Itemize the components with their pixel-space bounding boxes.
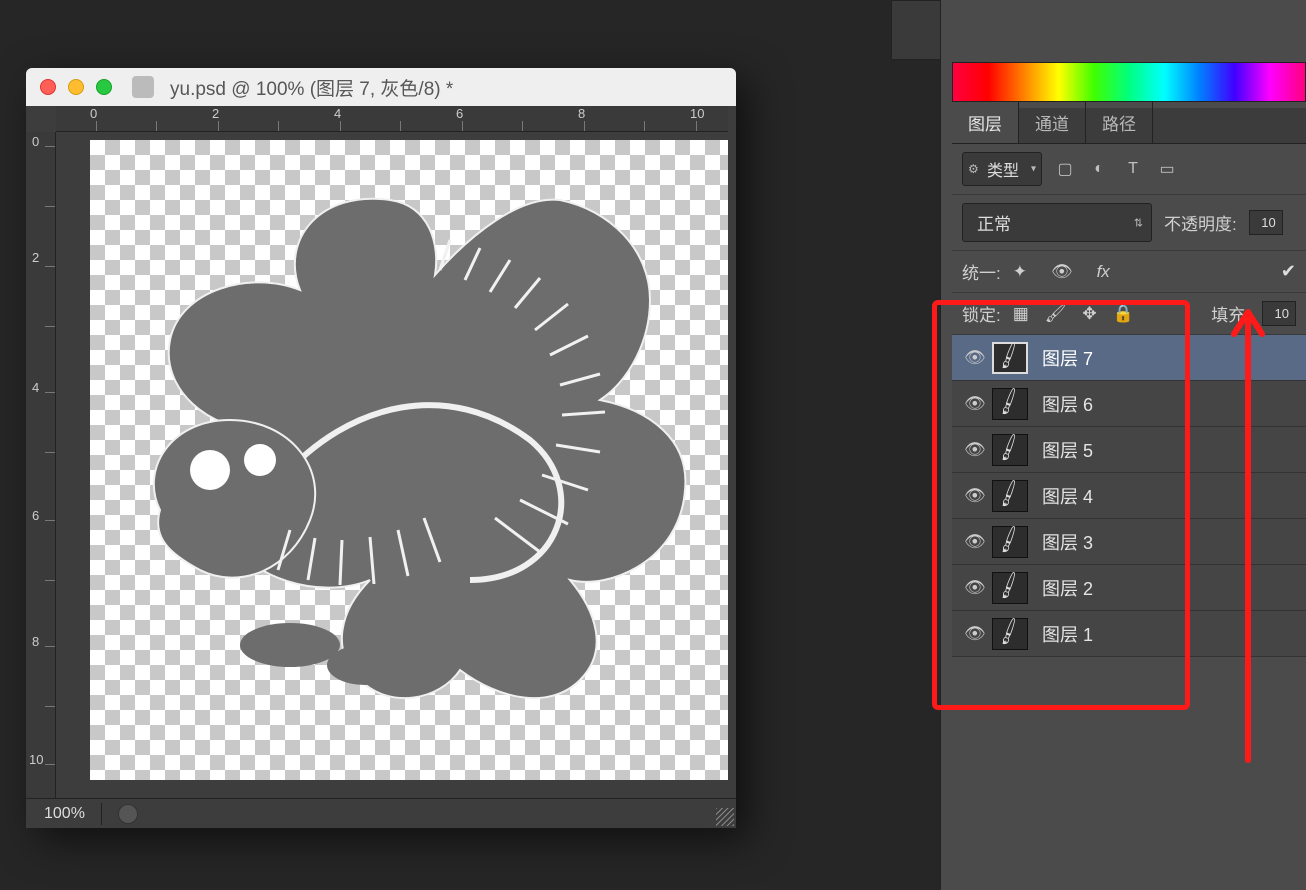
unify-style-icon[interactable]: fx (1097, 262, 1110, 282)
filter-adjust-icon[interactable]: ◐ (1088, 158, 1110, 180)
layer-thumbnail[interactable]: 🖌 (992, 342, 1028, 374)
layer-thumbnail[interactable]: 🖌 (992, 572, 1028, 604)
layer-thumbnail[interactable]: 🖌 (992, 480, 1028, 512)
fill-value[interactable]: 10 (1262, 301, 1296, 326)
layer-filter-row: 类型 ▾ ▢ ◐ T ▭ (952, 144, 1306, 195)
layer-row[interactable]: 👁🖌 图层 7 (952, 335, 1306, 381)
layer-row[interactable]: 👁🖌 图层 5 (952, 427, 1306, 473)
layer-name[interactable]: 图层 1 (1042, 621, 1093, 647)
layer-thumbnail[interactable]: 🖌 (992, 434, 1028, 466)
layer-name[interactable]: 图层 3 (1042, 529, 1093, 555)
lock-label: 锁定: (962, 301, 1001, 326)
visibility-eye-icon[interactable]: 👁 (964, 348, 992, 368)
layer-thumbnail[interactable]: 🖌 (992, 526, 1028, 558)
filter-type-icon[interactable]: T (1122, 158, 1144, 180)
lock-row: 锁定: ▦ 🖌 ✥ 🔒 填充: 10 (952, 293, 1306, 335)
ruler-horizontal[interactable]: 0 2 4 6 8 10 (56, 106, 728, 132)
window-minimize-button[interactable] (68, 79, 84, 95)
filter-kind-select[interactable]: 类型 ▾ (962, 152, 1042, 186)
panel-dock-tab[interactable] (891, 0, 941, 60)
opacity-value[interactable]: 10 (1249, 210, 1283, 235)
visibility-eye-icon[interactable]: 👁 (964, 486, 992, 506)
color-spectrum[interactable] (952, 62, 1306, 102)
lock-position-icon[interactable]: ✥ (1082, 304, 1096, 324)
layer-row[interactable]: 👁🖌 图层 3 (952, 519, 1306, 565)
tab-layers[interactable]: 图层 (952, 102, 1019, 143)
layer-row[interactable]: 👁🖌 图层 4 (952, 473, 1306, 519)
chevron-down-icon: ▾ (1031, 164, 1036, 175)
panels-column: 图层 通道 路径 类型 ▾ ▢ ◐ T ▭ 正常 ⇅ 不透明度: 10 统一: … (940, 0, 1306, 890)
canvas[interactable] (90, 140, 728, 780)
brush-icon: 🖌 (992, 615, 1026, 648)
visibility-eye-icon[interactable]: 👁 (964, 578, 992, 598)
layer-name[interactable]: 图层 7 (1042, 345, 1093, 371)
layer-row[interactable]: 👁🖌 图层 1 (952, 611, 1306, 657)
brush-icon: 🖌 (992, 339, 1026, 372)
lock-transparency-icon[interactable]: ▦ (1013, 304, 1029, 324)
window-zoom-button[interactable] (96, 79, 112, 95)
chevron-updown-icon: ⇅ (1134, 216, 1143, 229)
document-window: yu.psd @ 100% (图层 7, 灰色/8) * 0 2 4 6 8 1… (26, 68, 736, 828)
window-close-button[interactable] (40, 79, 56, 95)
tab-paths[interactable]: 路径 (1086, 102, 1153, 143)
layer-thumbnail[interactable]: 🖌 (992, 618, 1028, 650)
layer-name[interactable]: 图层 5 (1042, 437, 1093, 463)
app-icon (132, 76, 154, 98)
blend-mode-select[interactable]: 正常 ⇅ (962, 203, 1152, 242)
blend-opacity-row: 正常 ⇅ 不透明度: 10 (952, 195, 1306, 251)
layer-row[interactable]: 👁🖌 图层 6 (952, 381, 1306, 427)
unify-label: 统一: (962, 259, 1001, 284)
artwork (90, 140, 728, 780)
visibility-eye-icon[interactable]: 👁 (964, 532, 992, 552)
opacity-label: 不透明度: (1164, 210, 1237, 235)
lock-pixels-icon[interactable]: 🖌 (1045, 304, 1067, 324)
panel-tabs: 图层 通道 路径 (952, 108, 1306, 144)
layer-name[interactable]: 图层 2 (1042, 575, 1093, 601)
layers-panel: 类型 ▾ ▢ ◐ T ▭ 正常 ⇅ 不透明度: 10 统一: ✦ 👁 fx ✔ … (952, 144, 1306, 890)
brush-icon: 🖌 (992, 431, 1026, 464)
tab-channels[interactable]: 通道 (1019, 102, 1086, 143)
brush-icon: 🖌 (992, 523, 1026, 556)
brush-icon: 🖌 (992, 385, 1026, 418)
resize-grip-icon[interactable] (716, 808, 734, 826)
visibility-eye-icon[interactable]: 👁 (964, 624, 992, 644)
unify-row: 统一: ✦ 👁 fx ✔ (952, 251, 1306, 293)
layer-name[interactable]: 图层 6 (1042, 391, 1093, 417)
layer-row[interactable]: 👁🖌 图层 2 (952, 565, 1306, 611)
unify-position-icon[interactable]: ✦ (1013, 262, 1027, 282)
layer-name[interactable]: 图层 4 (1042, 483, 1093, 509)
brush-icon: 🖌 (992, 477, 1026, 510)
layer-list: 👁🖌图层 7👁🖌图层 6👁🖌图层 5👁🖌图层 4👁🖌图层 3👁🖌图层 2👁🖌图层… (952, 335, 1306, 657)
layer-thumbnail[interactable]: 🖌 (992, 388, 1028, 420)
window-title: yu.psd @ 100% (图层 7, 灰色/8) * (170, 74, 453, 101)
filter-image-icon[interactable]: ▢ (1054, 158, 1076, 180)
titlebar: yu.psd @ 100% (图层 7, 灰色/8) * (26, 68, 736, 106)
unify-visibility-icon[interactable]: 👁 (1051, 262, 1073, 282)
canvas-area: 0 2 4 6 8 10 0 2 4 6 8 10 (26, 106, 736, 798)
brush-icon: 🖌 (992, 569, 1026, 602)
visibility-eye-icon[interactable]: 👁 (964, 394, 992, 414)
lock-all-icon[interactable]: 🔒 (1113, 304, 1134, 324)
status-bar: 100% (26, 798, 736, 828)
visibility-eye-icon[interactable]: 👁 (964, 440, 992, 460)
ruler-vertical[interactable]: 0 2 4 6 8 10 (26, 132, 56, 798)
filter-shape-icon[interactable]: ▭ (1156, 158, 1178, 180)
document-status-icon[interactable] (118, 804, 138, 824)
zoom-level[interactable]: 100% (44, 805, 85, 823)
propagate-check-icon[interactable]: ✔ (1281, 261, 1296, 282)
fill-label: 填充: (1211, 301, 1250, 326)
